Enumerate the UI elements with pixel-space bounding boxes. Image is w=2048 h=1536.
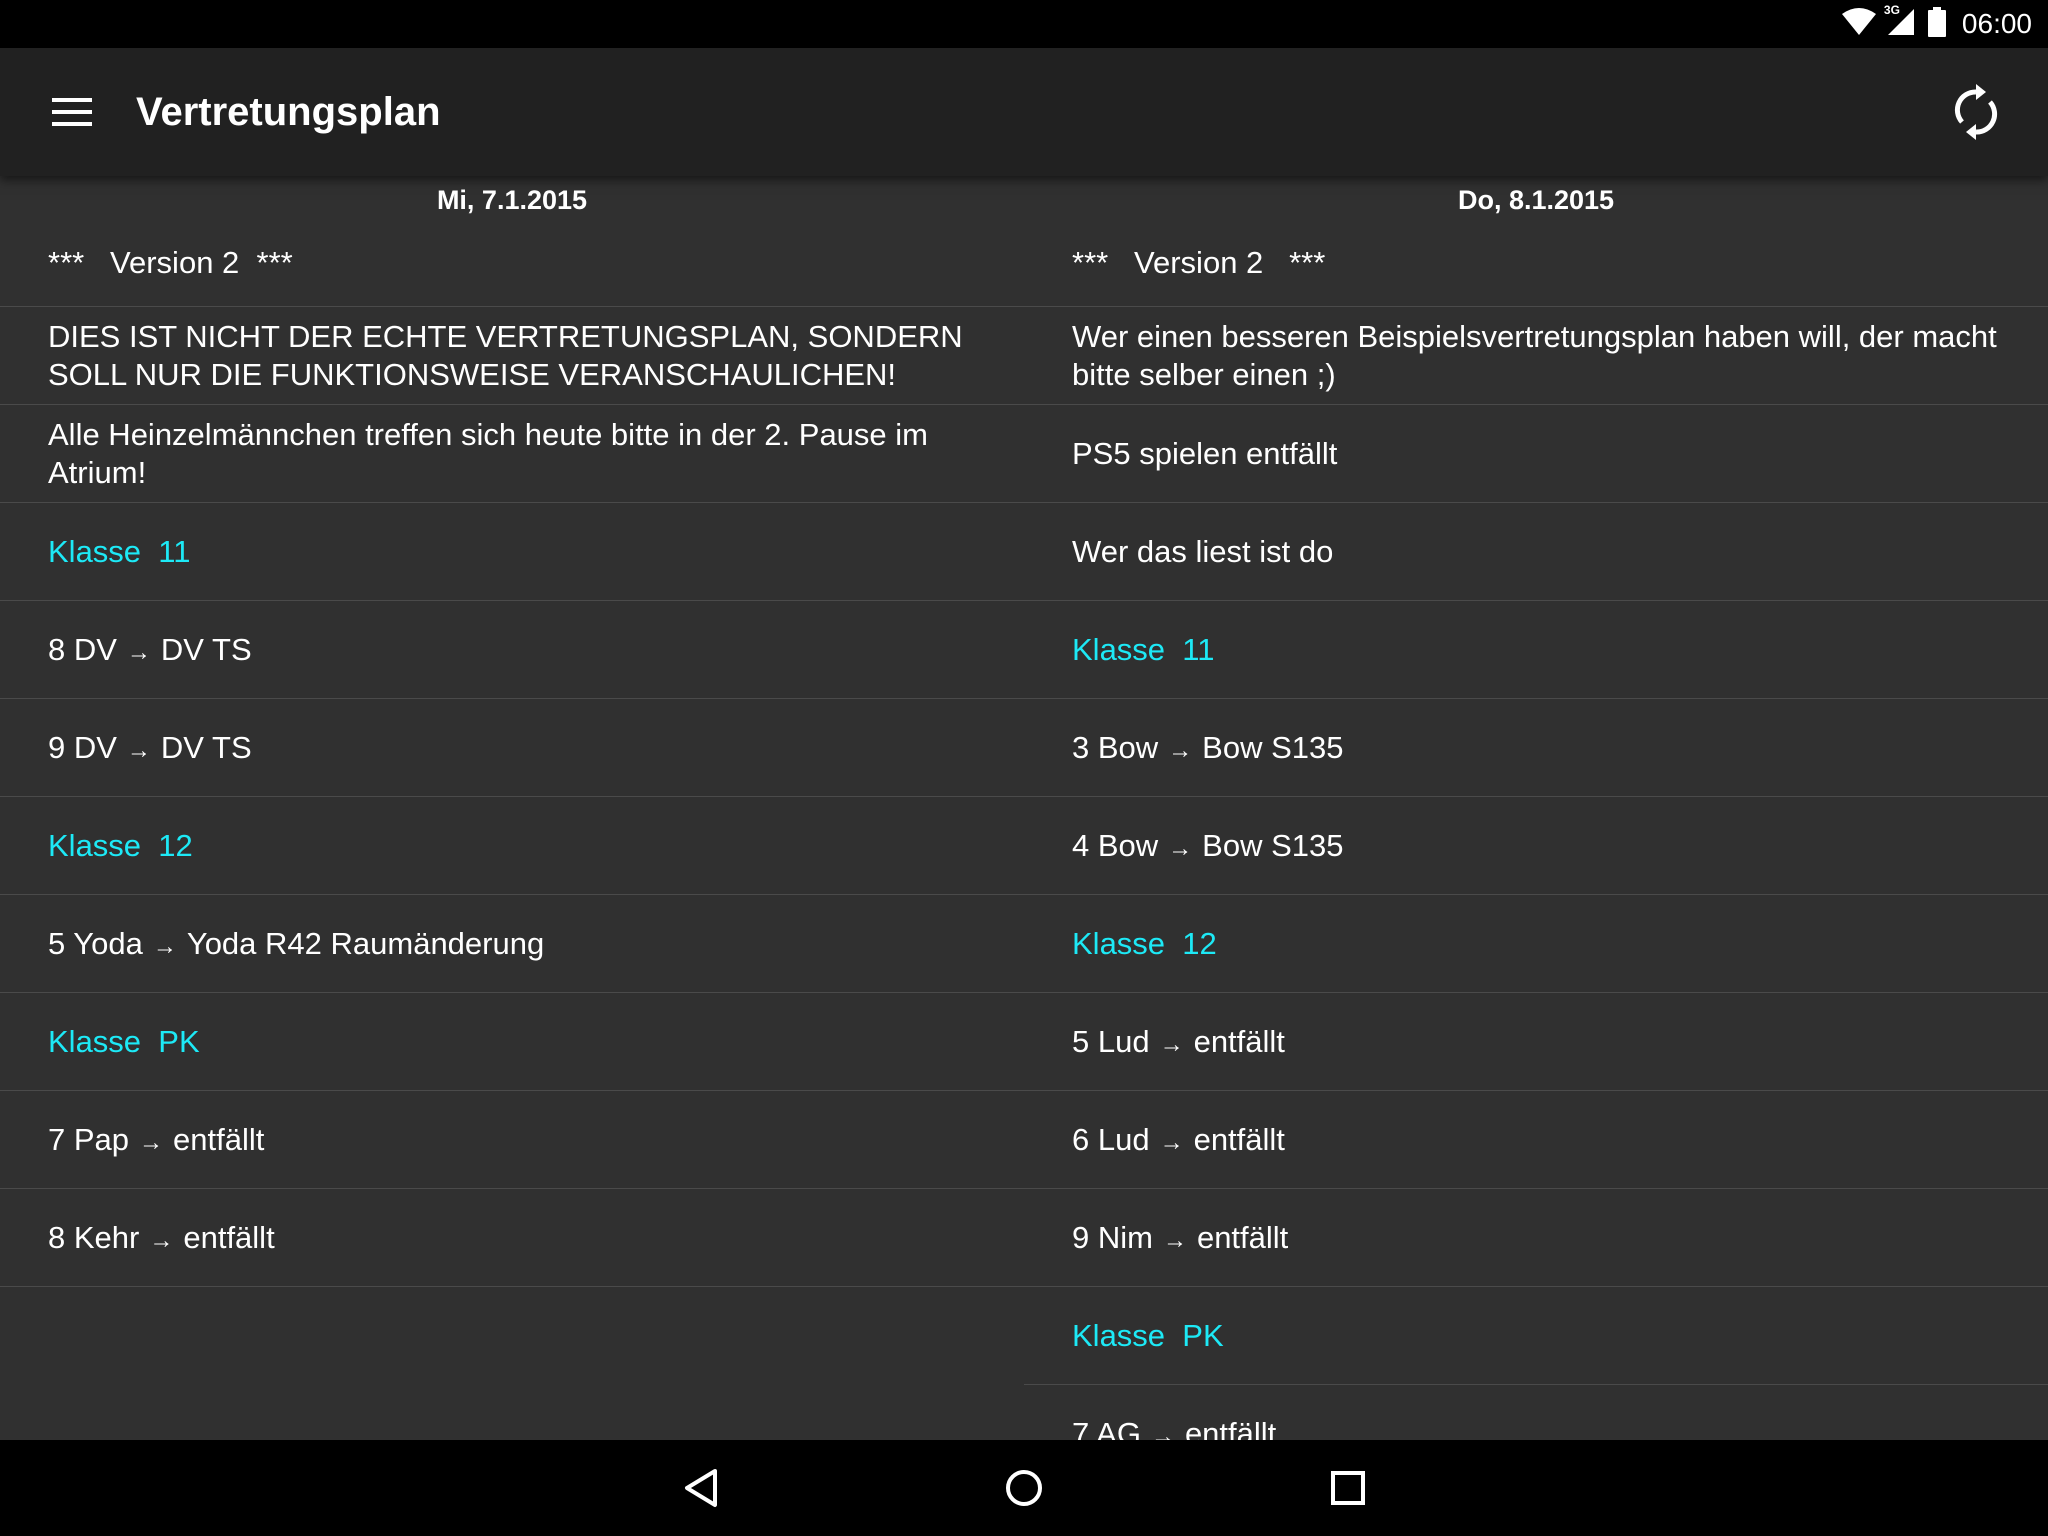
info-text: DIES IST NICHT DER ECHTE VERTRETUNGSPLAN… [48,318,963,392]
arrow-icon: → [152,932,177,960]
info-text: *** Version 2 *** [48,245,293,280]
hamburger-menu-icon[interactable] [40,88,104,136]
entry-from: 8 DV [48,631,117,667]
info-row: PS5 spielen entfällt [1024,405,2048,503]
substitution-row: 5 Lud → entfällt [1024,993,2048,1091]
substitution-row: 3 Bow → Bow S135 [1024,699,2048,797]
entry-from: 9 Nim [1072,1219,1153,1255]
arrow-icon: → [126,736,151,764]
class-header-text: Klasse 12 [1072,925,1217,961]
day-column-right[interactable]: Do, 8.1.2015 *** Version 2 *** Wer einen… [1024,176,2048,1440]
wifi-icon [1841,7,1876,41]
arrow-icon: → [126,638,151,666]
cell-signal-icon: 3G [1884,3,1918,42]
navigation-bar [0,1440,2048,1536]
info-text: *** Version 2 *** [1072,245,1326,280]
substitution-row: 7 Pap → entfällt [0,1091,1024,1189]
arrow-icon: → [1150,1422,1175,1441]
class-header-text: Klasse 11 [48,533,191,569]
arrow-icon: → [1159,1030,1184,1058]
entry-from: 5 Lud [1072,1023,1150,1059]
entry-from: 6 Lud [1072,1121,1150,1157]
substitution-row: 7 AG → entfällt [1024,1385,2048,1441]
day-date: Mi, 7.1.2015 [436,185,588,215]
back-icon[interactable] [669,1456,733,1520]
entry-to: entfällt [1193,1023,1285,1059]
entry-from: 7 AG [1072,1415,1141,1441]
entry-from: 4 Bow [1072,827,1159,863]
arrow-icon: → [1159,1128,1184,1156]
home-icon[interactable] [992,1456,1056,1520]
arrow-icon: → [139,1128,164,1156]
entry-to: entfällt [183,1219,275,1255]
network-type-label: 3G [1883,2,1900,17]
entry-to: DV TS [160,729,252,765]
info-row: *** Version 2 *** [0,220,1024,307]
entry-from: 9 DV [48,729,117,765]
entry-from: 8 Kehr [48,1219,140,1255]
substitution-row: 5 Yoda → Yoda R42 Raumänderung [0,895,1024,993]
substitution-row: 9 Nim → entfällt [1024,1189,2048,1287]
status-clock: 06:00 [1961,8,2032,39]
substitution-row: 8 DV → DV TS [0,601,1024,699]
class-header-text: Klasse PK [1072,1317,1224,1353]
status-bar: 3G 06:00 [0,0,2048,48]
entry-to: Bow S135 [1202,729,1344,765]
info-text: PS5 spielen entfällt [1072,435,1338,471]
entry-to: DV TS [160,631,252,667]
battery-icon [1927,6,1946,42]
class-header-text: Klasse PK [48,1023,200,1059]
info-row: DIES IST NICHT DER ECHTE VERTRETUNGSPLAN… [0,307,1024,405]
entry-to: Bow S135 [1202,827,1344,863]
class-header-row: Klasse 11 [0,503,1024,601]
substitution-row: 9 DV → DV TS [0,699,1024,797]
info-row: Wer einen besseren Beispielsvertretungsp… [1024,307,2048,405]
entry-from: 3 Bow [1072,729,1159,765]
class-header-row: Klasse 11 [1024,601,2048,699]
entry-to: entfällt [1184,1415,1277,1441]
info-row: Wer das liest ist do [1024,503,2048,601]
substitution-plan: Mi, 7.1.2015 *** Version 2 *** DIES IST … [0,176,2048,1440]
info-row: Alle Heinzelmännchen treffen sich heute … [0,405,1024,503]
entry-to: entfällt [1193,1121,1285,1157]
arrow-icon: → [149,1226,174,1254]
substitution-row: 4 Bow → Bow S135 [1024,797,2048,895]
day-date: Do, 8.1.2015 [1457,185,1615,215]
arrow-icon: → [1168,736,1193,764]
substitution-row: 8 Kehr → entfällt [0,1189,1024,1287]
class-header-row: Klasse 12 [0,797,1024,895]
info-text: Alle Heinzelmännchen treffen sich heute … [48,416,928,490]
info-row: *** Version 2 *** [1024,220,2048,307]
info-text: Wer einen besseren Beispielsvertretungsp… [1072,318,1997,392]
substitution-row: 6 Lud → entfällt [1024,1091,2048,1189]
class-header-text: Klasse 11 [1072,631,1215,667]
info-text: Wer das liest ist do [1072,533,1334,569]
entry-to: entfällt [173,1121,265,1157]
arrow-icon: → [1162,1226,1187,1254]
entry-to: entfällt [1196,1219,1289,1255]
class-header-row: Klasse 12 [1024,895,2048,993]
class-header-row: Klasse PK [1024,1287,2048,1385]
refresh-icon[interactable] [1944,80,2008,144]
entry-from: 5 Yoda [48,925,143,961]
arrow-icon: → [1168,834,1193,862]
recents-icon[interactable] [1316,1456,1380,1520]
class-header-text: Klasse 12 [48,827,193,863]
app-bar: Vertretungsplan [0,48,2048,176]
class-header-row: Klasse PK [0,993,1024,1091]
day-column-left[interactable]: Mi, 7.1.2015 *** Version 2 *** DIES IST … [0,176,1024,1440]
page-title: Vertretungsplan [136,90,441,134]
entry-to: Yoda R42 Raumänderung [186,925,545,961]
entry-from: 7 Pap [48,1121,130,1157]
